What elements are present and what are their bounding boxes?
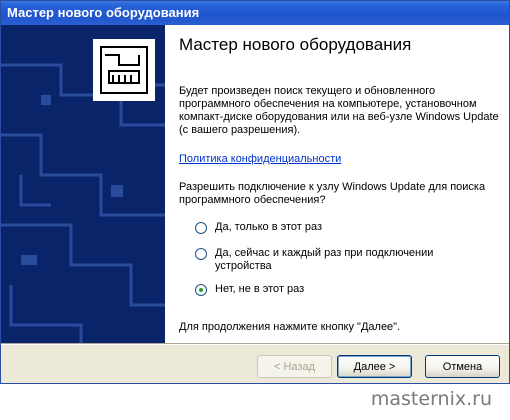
radio-button[interactable] — [195, 222, 207, 234]
footer-divider — [1, 343, 509, 345]
hardware-card-icon — [1, 39, 165, 343]
watermark: masternix.ru — [370, 388, 492, 410]
title-bar[interactable]: Мастер нового оборудования — [1, 1, 509, 25]
question-text: Разрешить подключение к узлу Windows Upd… — [179, 181, 486, 206]
radio-button-selected[interactable] — [195, 284, 207, 296]
radio-button[interactable] — [195, 248, 207, 260]
radio-label: Да, только в этот раз — [215, 221, 323, 233]
radio-label: Нет, не в этот раз — [215, 283, 305, 295]
radio-option-always[interactable]: Да, сейчас и каждый раз при подключении … — [195, 247, 445, 273]
radio-option-once[interactable]: Да, только в этот раз — [195, 221, 322, 234]
next-button[interactable]: Далее > — [337, 355, 412, 378]
page-title: Мастер нового оборудования — [179, 35, 412, 54]
wizard-window: Мастер нового оборудования Мастер нового… — [0, 0, 510, 384]
privacy-policy-link[interactable]: Политика конфиденциальности — [179, 153, 341, 165]
radio-option-no[interactable]: Нет, не в этот раз — [195, 283, 304, 296]
back-button[interactable]: < Назад — [257, 355, 332, 378]
continue-instruction: Для продолжения нажмите кнопку "Далее". — [179, 321, 401, 333]
wizard-side-panel — [1, 25, 165, 343]
cancel-button[interactable]: Отмена — [425, 355, 500, 378]
radio-label: Да, сейчас и каждый раз при подключении … — [215, 247, 434, 272]
wizard-content: Мастер нового оборудования Будет произве… — [165, 25, 509, 343]
description-text: Будет произведен поиск текущего и обновл… — [179, 85, 499, 136]
